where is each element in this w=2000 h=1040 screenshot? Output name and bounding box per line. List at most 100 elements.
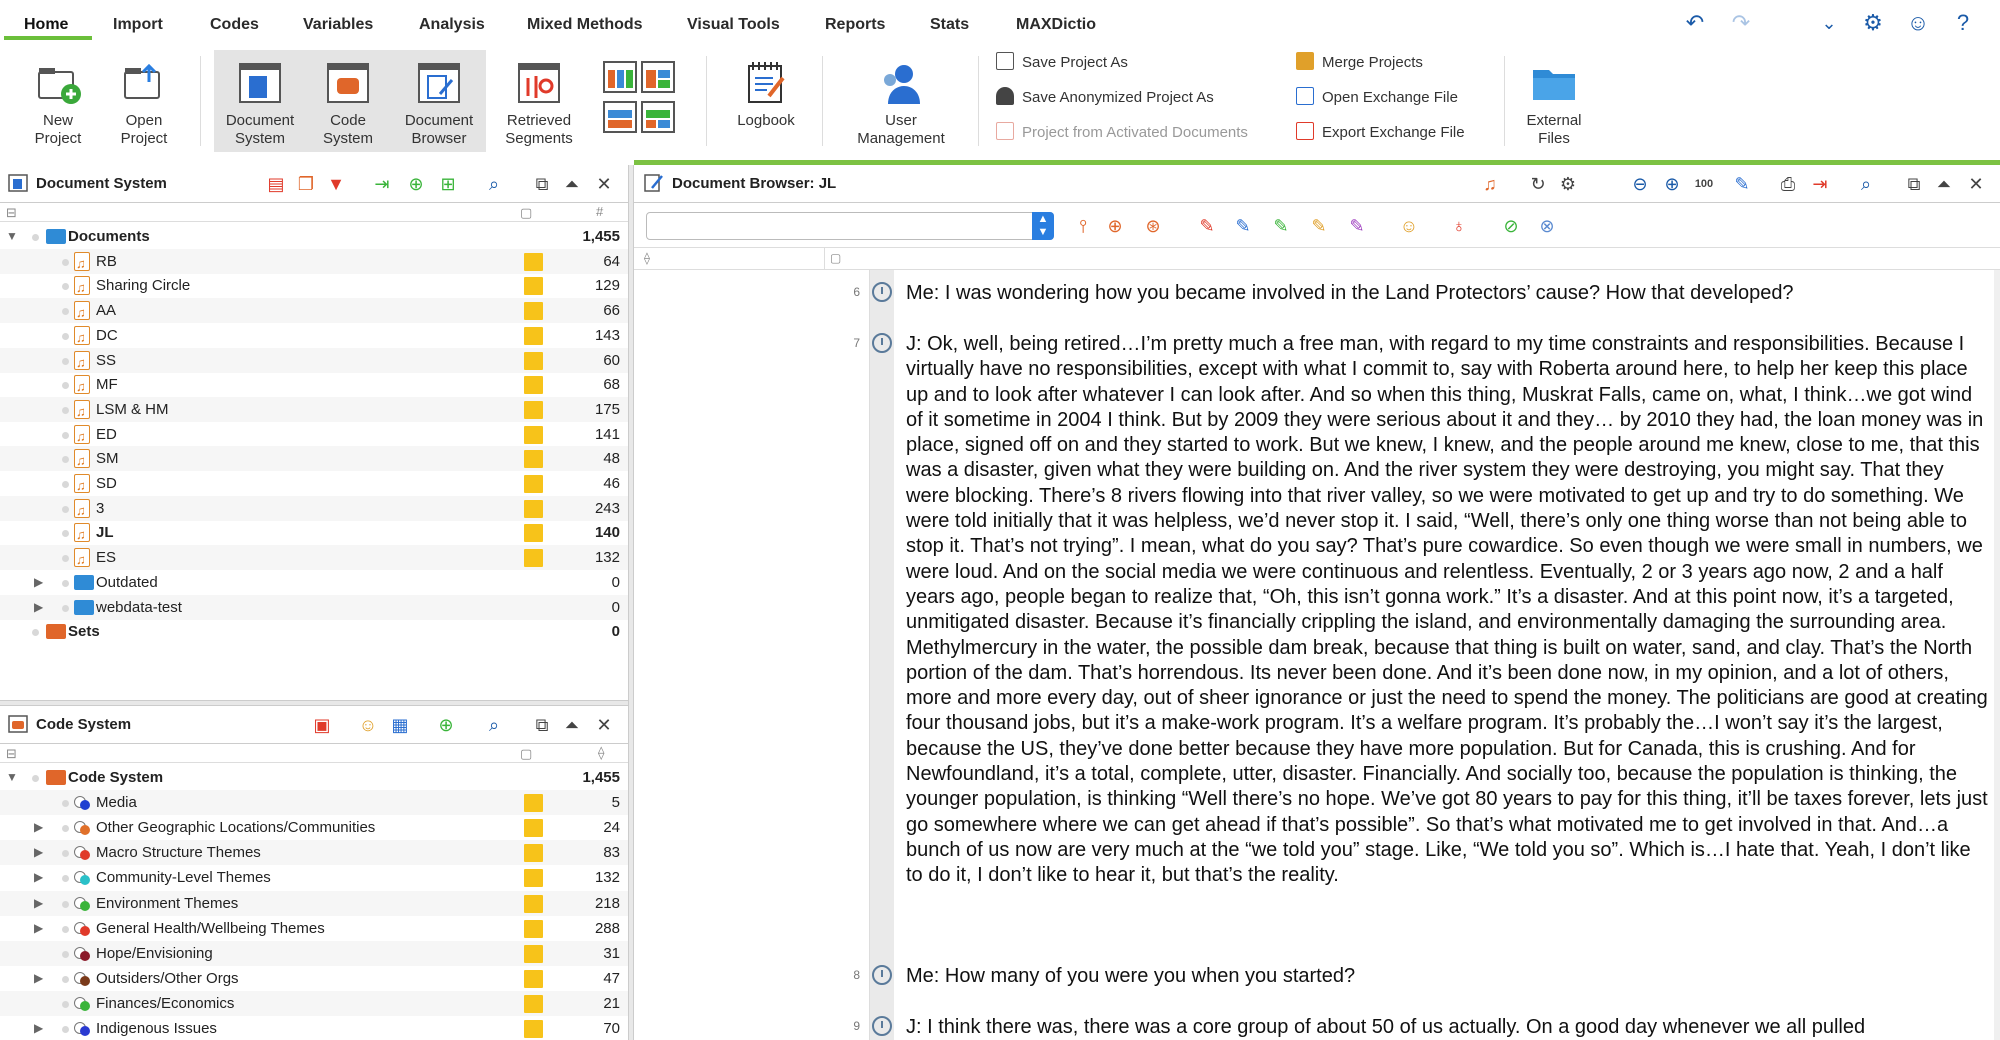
undock-icon[interactable]: ⧉ bbox=[532, 715, 552, 735]
tab-codes[interactable]: Codes bbox=[210, 16, 259, 34]
zoom-in-icon[interactable]: ⊕ bbox=[1662, 174, 1682, 194]
code-item[interactable]: ▶ Environment Themes 218 bbox=[0, 890, 628, 916]
code-item[interactable]: ▶ Macro Structure Themes 83 bbox=[0, 840, 628, 866]
help-icon[interactable]: ? bbox=[1950, 10, 1976, 36]
redo-icon[interactable]: ↷ bbox=[1728, 10, 1754, 36]
timestamp-clock-icon[interactable] bbox=[872, 282, 892, 302]
code-item[interactable]: ▶ General Health/Wellbeing Themes 288 bbox=[0, 916, 628, 941]
retrieved-segments-button[interactable]: Retrieved Segments bbox=[494, 50, 584, 152]
document-item[interactable]: ES 132 bbox=[0, 545, 628, 572]
expand-toggle-icon[interactable]: ▶ bbox=[34, 840, 43, 865]
activation-dot-icon[interactable] bbox=[62, 456, 69, 464]
activation-dot-icon[interactable] bbox=[62, 308, 69, 316]
code-select-dropdown[interactable]: ▲ ▼ bbox=[646, 212, 1054, 240]
activation-dot-icon[interactable] bbox=[62, 332, 69, 340]
timestamp-clock-icon[interactable] bbox=[872, 965, 892, 985]
chevron-down-icon[interactable]: ⌄ bbox=[1816, 10, 1842, 36]
activation-dot-icon[interactable] bbox=[62, 975, 69, 983]
import-document-icon[interactable]: ⇥ bbox=[372, 174, 392, 194]
expand-toggle-icon[interactable]: ▶ bbox=[34, 891, 43, 916]
tab-mixed-methods[interactable]: Mixed Methods bbox=[527, 16, 643, 34]
project-from-activated-button[interactable]: Project from Activated Documents bbox=[996, 122, 1248, 144]
activation-dot-icon[interactable] bbox=[62, 900, 69, 908]
code-item[interactable]: Hope/Envisioning 31 bbox=[0, 940, 628, 966]
activation-dot-icon[interactable] bbox=[62, 406, 69, 414]
table-icon[interactable]: ▦ bbox=[390, 715, 410, 735]
paragraph-text[interactable]: Me: I was wondering how you became invol… bbox=[906, 281, 1988, 306]
paragraph-text[interactable]: J: Ok, well, being retired…I’m pretty mu… bbox=[906, 332, 1988, 889]
code-item[interactable]: Media 5 bbox=[0, 790, 628, 816]
code-with-new-icon[interactable]: ⊛ bbox=[1142, 215, 1164, 237]
dropdown-arrows-icon[interactable]: ▲ ▼ bbox=[1032, 212, 1054, 240]
code-with-selected-icon[interactable]: ⫯ bbox=[1072, 215, 1094, 237]
document-folder[interactable]: ▶ Outdated 0 bbox=[0, 570, 628, 595]
save-project-as-button[interactable]: Save Project As bbox=[996, 52, 1128, 74]
logbook-button[interactable]: Logbook bbox=[720, 50, 812, 152]
code-item[interactable]: ▶ Community-Level Themes 132 bbox=[0, 865, 628, 890]
tab-stats[interactable]: Stats bbox=[930, 16, 969, 34]
copy-documents-icon[interactable]: ❐ bbox=[296, 174, 316, 194]
tab-maxdictio[interactable]: MAXDictio bbox=[1016, 16, 1096, 34]
link-icon[interactable]: ⊘ bbox=[1500, 215, 1522, 237]
settings-icon[interactable]: ⚙ bbox=[1558, 174, 1578, 194]
highlighter-purple-icon[interactable]: ✎ bbox=[1346, 215, 1368, 237]
document-item[interactable]: MF 68 bbox=[0, 372, 628, 399]
print-icon[interactable]: ⎙ bbox=[1778, 174, 1798, 194]
timestamp-clock-icon[interactable] bbox=[872, 333, 892, 353]
edit-mode-icon[interactable]: ✎ bbox=[1732, 174, 1752, 194]
paragraph-text[interactable]: J: I think there was, there was a core g… bbox=[906, 1015, 1988, 1037]
activation-dot-icon[interactable] bbox=[62, 258, 69, 266]
document-item[interactable]: Sharing Circle 129 bbox=[0, 273, 628, 300]
expand-toggle-icon[interactable]: ▶ bbox=[34, 916, 43, 941]
search-icon[interactable]: ⌕ bbox=[484, 174, 504, 194]
activation-dot-icon[interactable] bbox=[62, 850, 69, 858]
document-scrollbar[interactable] bbox=[1994, 270, 2000, 1040]
code-item[interactable]: ▶ Outsiders/Other Orgs 47 bbox=[0, 966, 628, 991]
quick-list-icon[interactable]: ♁ bbox=[1448, 215, 1470, 237]
new-code-icon[interactable]: ⊕ bbox=[436, 715, 456, 735]
undo-icon[interactable]: ↶ bbox=[1682, 10, 1708, 36]
expand-toggle-icon[interactable]: ▶ bbox=[34, 595, 43, 620]
activation-dot-icon[interactable] bbox=[62, 530, 69, 538]
activation-dot-icon[interactable] bbox=[32, 629, 39, 637]
document-item[interactable]: SD 46 bbox=[0, 471, 628, 498]
refresh-icon[interactable]: ↻ bbox=[1528, 174, 1548, 194]
export-exchange-file-button[interactable]: Export Exchange File bbox=[1296, 122, 1465, 144]
open-exchange-file-button[interactable]: Open Exchange File bbox=[1296, 87, 1458, 109]
code-system-button[interactable]: Code System bbox=[306, 50, 390, 152]
activation-dot-icon[interactable] bbox=[62, 357, 69, 365]
zoom-100-icon[interactable]: 100 bbox=[1694, 174, 1714, 194]
document-item[interactable]: ED 141 bbox=[0, 422, 628, 449]
document-list-icon[interactable]: ▤ bbox=[266, 174, 286, 194]
new-document-icon[interactable]: ⊕ bbox=[406, 174, 426, 194]
merge-projects-button[interactable]: Merge Projects bbox=[1296, 52, 1423, 74]
activation-dot-icon[interactable] bbox=[32, 775, 39, 782]
expand-toggle-icon[interactable]: ▶ bbox=[34, 1016, 43, 1040]
filter-documents-icon[interactable]: ▼ bbox=[326, 174, 346, 194]
document-item[interactable]: DC 143 bbox=[0, 323, 628, 350]
document-folder[interactable]: ▶ webdata-test 0 bbox=[0, 594, 628, 620]
document-system-button[interactable]: Document System bbox=[216, 50, 304, 152]
activation-dot-icon[interactable] bbox=[62, 555, 69, 563]
tab-import[interactable]: Import bbox=[113, 16, 163, 34]
activation-dot-icon[interactable] bbox=[32, 234, 39, 241]
zoom-out-icon[interactable]: ⊖ bbox=[1630, 174, 1650, 194]
collapse-icon[interactable]: ⏶ bbox=[1934, 174, 1954, 194]
document-item[interactable]: SS 60 bbox=[0, 347, 628, 375]
highlighter-blue-icon[interactable]: ✎ bbox=[1232, 215, 1254, 237]
close-icon[interactable]: ✕ bbox=[594, 174, 614, 194]
undock-icon[interactable]: ⧉ bbox=[1904, 174, 1924, 194]
code-system-root[interactable]: ▼ Code System 1,455 bbox=[0, 765, 628, 790]
expand-toggle-icon[interactable]: ▼ bbox=[6, 765, 18, 790]
activation-dot-icon[interactable] bbox=[62, 875, 69, 883]
paragraph-text[interactable]: Me: How many of you were you when you st… bbox=[906, 964, 1988, 989]
tab-home[interactable]: Home bbox=[24, 16, 68, 34]
unlink-icon[interactable]: ⊗ bbox=[1536, 215, 1558, 237]
save-anonymized-button[interactable]: Save Anonymized Project As bbox=[996, 87, 1214, 109]
highlighter-yellow-icon[interactable]: ✎ bbox=[1308, 215, 1330, 237]
new-folder-icon[interactable]: ⊞ bbox=[438, 174, 458, 194]
close-icon[interactable]: ✕ bbox=[1966, 174, 1986, 194]
document-item[interactable]: JL 140 bbox=[0, 520, 628, 547]
export-icon[interactable]: ⇥ bbox=[1810, 174, 1830, 194]
code-item[interactable]: Finances/Economics 21 bbox=[0, 990, 628, 1016]
